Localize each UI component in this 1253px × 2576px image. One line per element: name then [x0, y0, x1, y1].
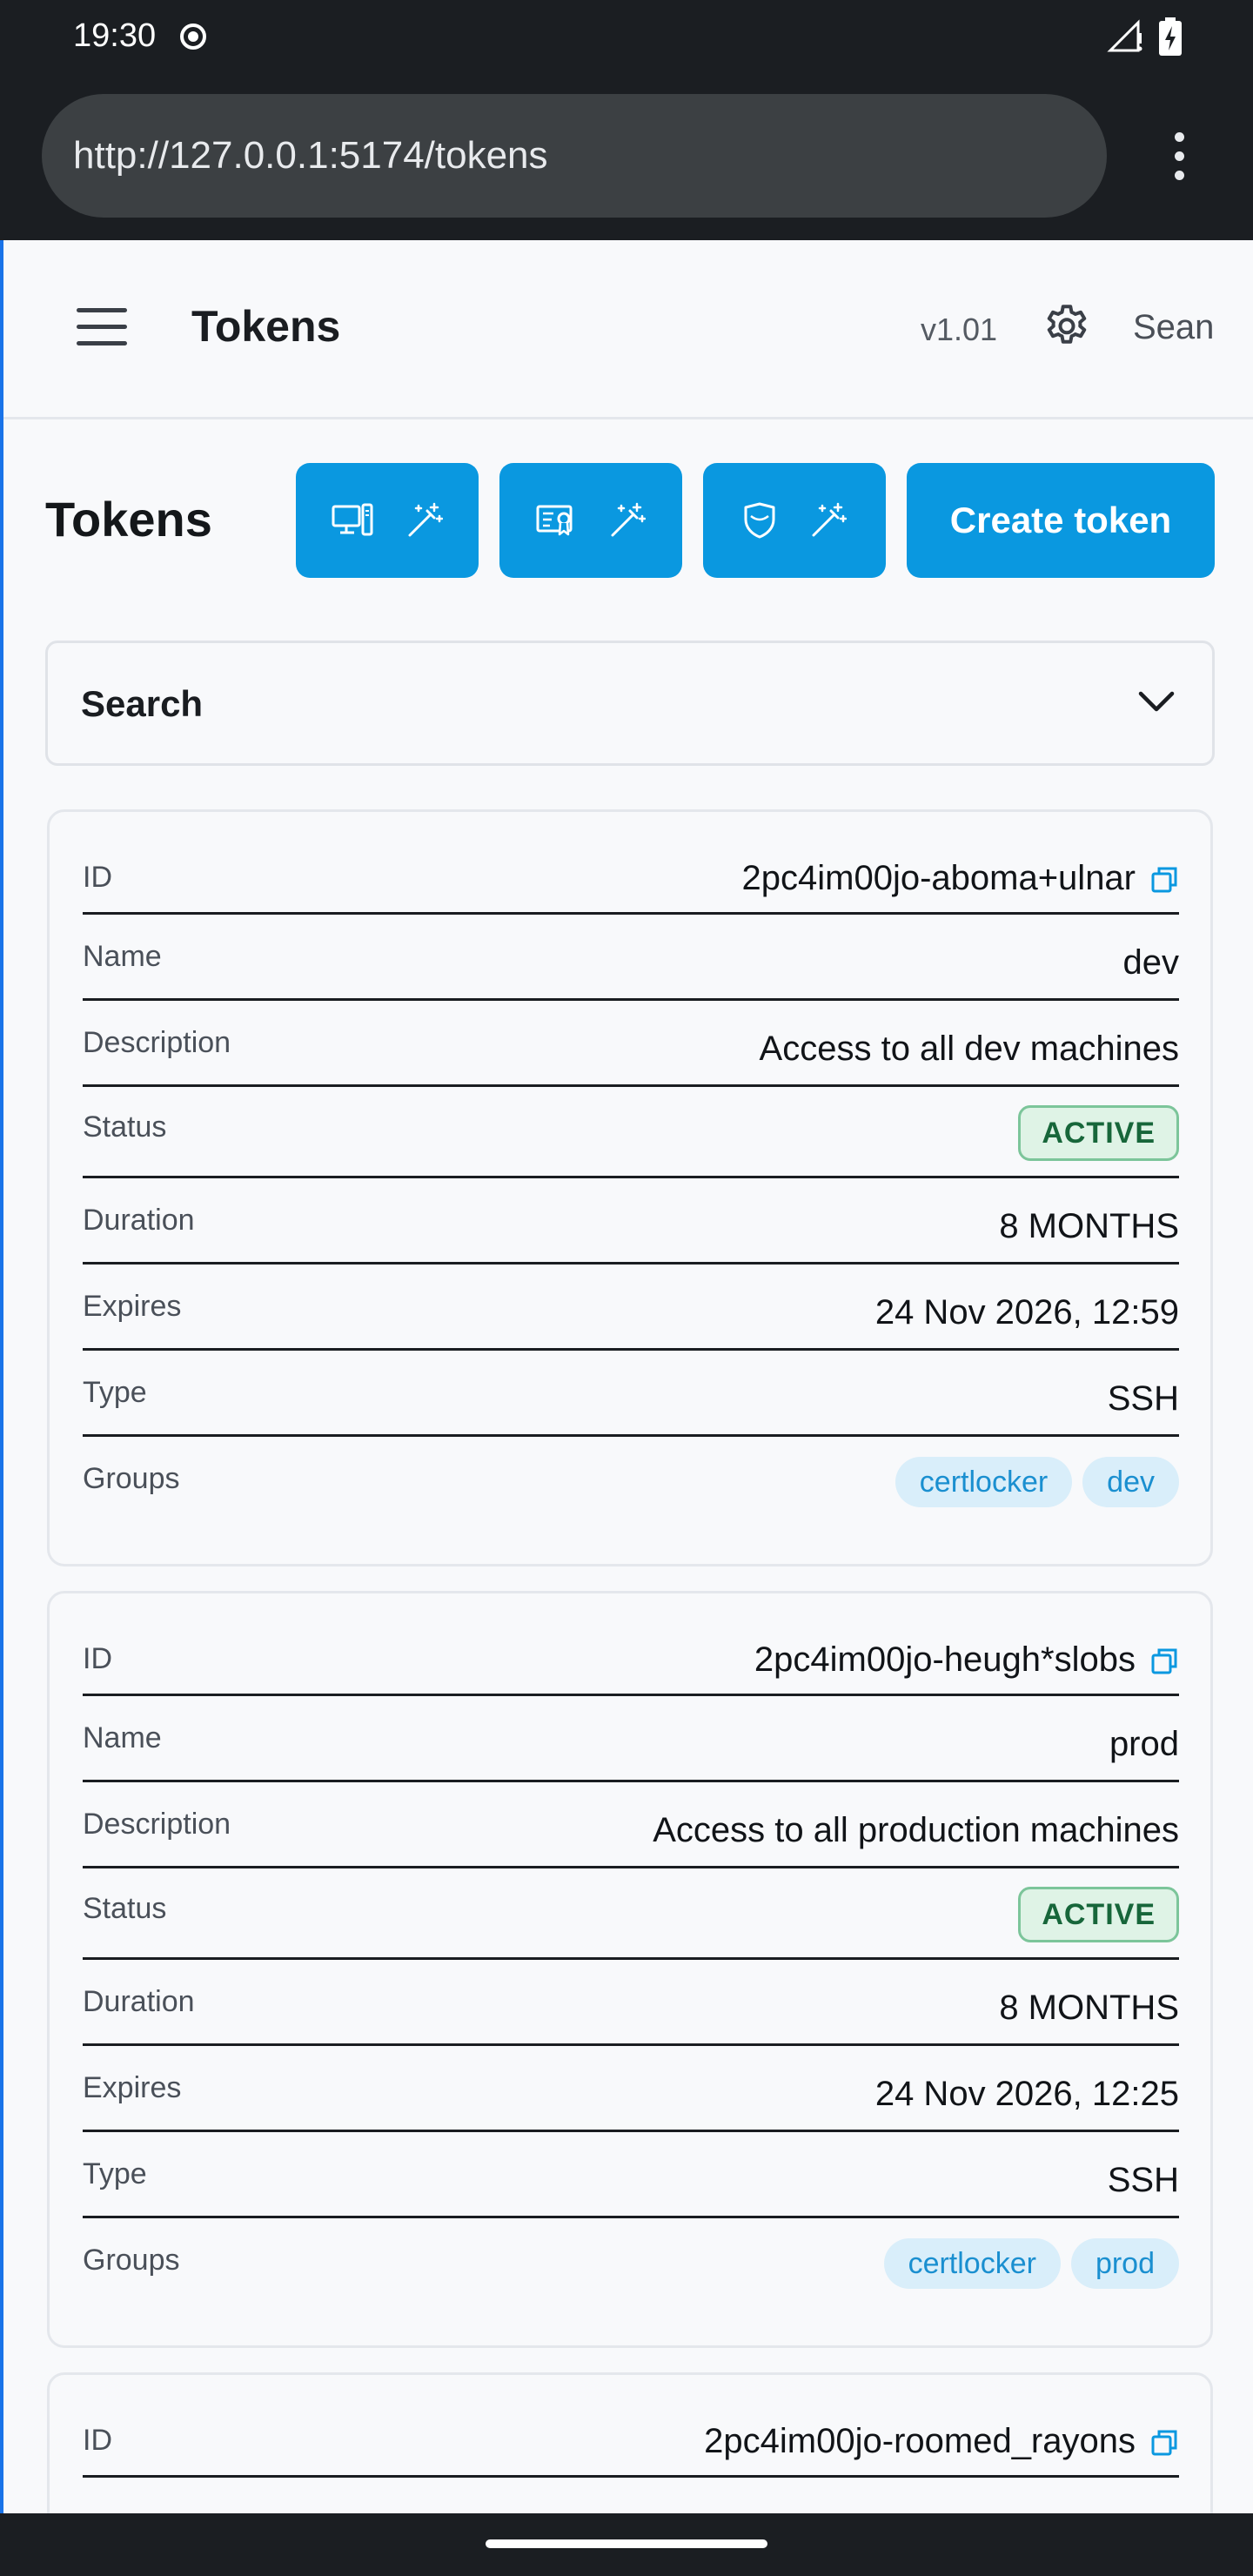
expires-label: Expires: [83, 2071, 182, 2104]
token-id-value: 2pc4im00jo-heugh*slobs: [754, 1640, 1179, 1680]
token-name-row: Name prod: [83, 1699, 1179, 1782]
token-groups-row: Groups certlocker dev: [83, 1439, 1179, 1526]
group-pill[interactable]: certlocker: [895, 1457, 1073, 1507]
address-bar[interactable]: http://127.0.0.1:5174/tokens: [42, 94, 1107, 218]
token-id-text: 2pc4im00jo-heugh*slobs: [754, 1640, 1136, 1679]
name-label: Name: [83, 1721, 162, 1754]
token-status-row: Status ACTIVE: [83, 1871, 1179, 1960]
token-description-row: Description Access to all dev machines: [83, 1003, 1179, 1087]
recording-icon: [180, 23, 206, 50]
token-id-text: 2pc4im00jo-roomed_rayons: [704, 2422, 1136, 2460]
gear-icon[interactable]: [1041, 301, 1093, 353]
description-label: Description: [83, 1808, 231, 1841]
app-header: Tokens v1.01 Sean: [3, 240, 1253, 419]
token-type-value: SSH: [1107, 1379, 1179, 1418]
group-pill[interactable]: dev: [1082, 1457, 1179, 1507]
home-gesture-handle[interactable]: [486, 2539, 767, 2548]
token-expires-value: 24 Nov 2026, 12:25: [874, 2075, 1179, 2113]
certificate-icon: [536, 505, 573, 536]
navigation-bar: [0, 2513, 1253, 2576]
token-card: ID 2pc4im00jo-roomed_rayons: [47, 2372, 1213, 2513]
token-duration-value: 8 MONTHS: [999, 1989, 1179, 2027]
description-label: Description: [83, 1026, 231, 1059]
token-type-value: SSH: [1107, 2161, 1179, 2199]
create-cert-token-button[interactable]: [499, 463, 682, 578]
id-label: ID: [83, 1642, 112, 1675]
type-label: Type: [83, 2157, 147, 2190]
group-pill[interactable]: prod: [1070, 2238, 1179, 2289]
create-token-button[interactable]: Create token: [907, 463, 1215, 578]
duration-label: Duration: [83, 1985, 195, 2018]
token-id-value: 2pc4im00jo-aboma+ulnar: [742, 859, 1180, 898]
type-label: Type: [83, 1376, 147, 1409]
browser-toolbar: http://127.0.0.1:5174/tokens: [0, 71, 1253, 240]
groups-label: Groups: [83, 1462, 180, 1495]
create-shield-token-button[interactable]: [703, 463, 886, 578]
name-label: Name: [83, 940, 162, 973]
browser-menu-icon[interactable]: [1166, 132, 1192, 181]
token-duration-row: Duration 8 MONTHS: [83, 1962, 1179, 2046]
token-expires-value: 24 Nov 2026, 12:59: [874, 1293, 1179, 1332]
token-id-value: 2pc4im00jo-roomed_rayons: [704, 2422, 1179, 2461]
duration-label: Duration: [83, 1204, 195, 1237]
search-accordion[interactable]: Search: [45, 641, 1215, 766]
token-id-row: ID 2pc4im00jo-aboma+ulnar: [83, 836, 1179, 915]
version-label: v1.01: [921, 312, 998, 347]
computer-icon: [332, 503, 373, 536]
battery-charging-icon: [1159, 17, 1182, 56]
status-label: Status: [83, 1892, 167, 1925]
copy-icon[interactable]: [1149, 2428, 1179, 2458]
group-pills: certlocker dev: [895, 1457, 1179, 1507]
magic-wand-icon: [611, 502, 646, 537]
status-label: Status: [83, 1110, 167, 1144]
copy-icon[interactable]: [1149, 865, 1179, 895]
token-expires-row: Expires 24 Nov 2026, 12:59: [83, 1267, 1179, 1351]
status-badge: ACTIVE: [1018, 1105, 1179, 1161]
token-id-row: ID 2pc4im00jo-roomed_rayons: [83, 2399, 1179, 2478]
search-label: Search: [81, 683, 204, 724]
token-description-row: Description Access to all production mac…: [83, 1785, 1179, 1868]
token-description-value: Access to all dev machines: [759, 1030, 1179, 1068]
group-pill[interactable]: certlocker: [883, 2238, 1061, 2289]
token-duration-value: 8 MONTHS: [999, 1207, 1179, 1245]
create-host-token-button[interactable]: [296, 463, 479, 578]
token-duration-row: Duration 8 MONTHS: [83, 1181, 1179, 1265]
status-time: 19:30: [73, 17, 157, 54]
page-title: Tokens: [45, 492, 212, 547]
status-badge: ACTIVE: [1018, 1887, 1179, 1942]
token-description-value: Access to all production machines: [653, 1811, 1179, 1849]
token-name-value: dev: [1122, 943, 1180, 982]
token-expires-row: Expires 24 Nov 2026, 12:25: [83, 2049, 1179, 2132]
copy-icon[interactable]: [1149, 1647, 1179, 1676]
token-id-row: ID 2pc4im00jo-heugh*slobs: [83, 1618, 1179, 1696]
token-id-text: 2pc4im00jo-aboma+ulnar: [741, 859, 1136, 897]
web-page: Tokens v1.01 Sean Tokens Create token Se…: [0, 240, 1253, 2513]
magic-wand-icon: [812, 502, 847, 537]
chevron-down-icon: [1138, 691, 1175, 712]
app-title: Tokens: [191, 302, 341, 351]
token-groups-row: Groups certlocker prod: [83, 2221, 1179, 2308]
group-pills: certlocker prod: [883, 2238, 1179, 2289]
magic-wand-icon: [408, 502, 443, 537]
id-label: ID: [83, 861, 112, 894]
groups-label: Groups: [83, 2244, 180, 2277]
token-card: ID 2pc4im00jo-aboma+ulnar Name dev Descr…: [47, 809, 1213, 1566]
token-type-row: Type SSH: [83, 2135, 1179, 2218]
user-menu[interactable]: Sean: [1133, 308, 1214, 347]
expires-label: Expires: [83, 1290, 182, 1323]
token-name-row: Name dev: [83, 917, 1179, 1001]
token-type-row: Type SSH: [83, 1353, 1179, 1437]
menu-icon[interactable]: [77, 308, 127, 346]
status-bar: 19:30: [0, 0, 1253, 71]
token-status-row: Status ACTIVE: [83, 1090, 1179, 1178]
shield-icon: [744, 502, 775, 539]
token-name-value: prod: [1109, 1725, 1179, 1763]
token-card: ID 2pc4im00jo-heugh*slobs Name prod Desc…: [47, 1591, 1213, 2348]
signal-icon: [1107, 19, 1142, 52]
id-label: ID: [83, 2424, 112, 2457]
